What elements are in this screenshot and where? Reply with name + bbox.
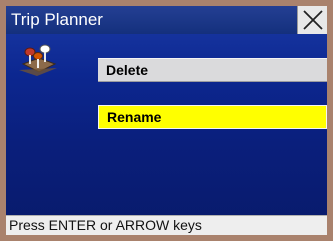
title-bar: Trip Planner bbox=[6, 6, 327, 34]
delete-button[interactable]: Delete bbox=[98, 58, 327, 82]
rename-button-label: Rename bbox=[107, 109, 162, 125]
rename-button[interactable]: Rename bbox=[98, 105, 327, 129]
close-icon bbox=[303, 10, 323, 30]
delete-button-label: Delete bbox=[106, 62, 149, 78]
trip-planner-window: Trip Planner Delete Rename Press ENTER o… bbox=[6, 6, 327, 235]
status-bar: Press ENTER or ARROW keys bbox=[6, 215, 327, 235]
close-button[interactable] bbox=[297, 6, 327, 34]
window-title: Trip Planner bbox=[11, 10, 103, 29]
trip-planner-icon bbox=[17, 40, 61, 80]
status-text: Press ENTER or ARROW keys bbox=[9, 217, 202, 233]
